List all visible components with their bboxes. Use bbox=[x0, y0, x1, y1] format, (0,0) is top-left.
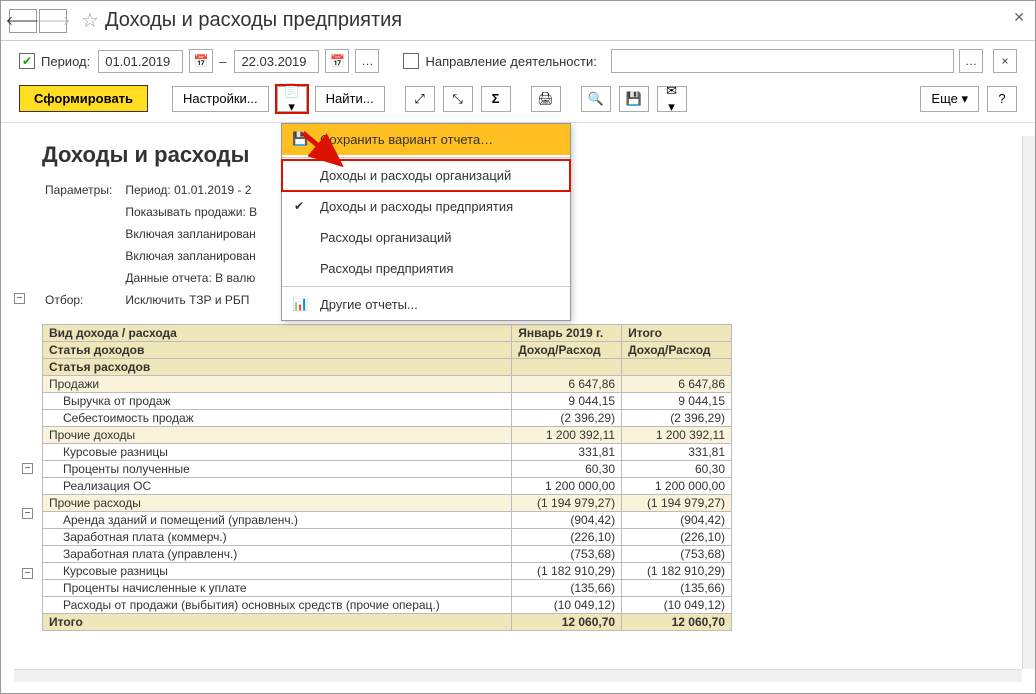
direction-more-button[interactable]: … bbox=[959, 49, 983, 73]
table-row: Заработная плата (управленч.)(753,68)(75… bbox=[43, 546, 732, 563]
menu-enterprise-income-expense[interactable]: ✔ Доходы и расходы предприятия bbox=[282, 191, 570, 222]
table-row: Курсовые разницы(1 182 910,29)(1 182 910… bbox=[43, 563, 732, 580]
report-variant-menu: 💾 Сохранить вариант отчета… Доходы и рас… bbox=[281, 123, 571, 321]
more-button[interactable]: Еще ▾ bbox=[920, 86, 979, 112]
form-button[interactable]: Сформировать bbox=[19, 85, 148, 112]
print-button[interactable]: 🖨 bbox=[531, 86, 561, 112]
menu-other-reports[interactable]: 📊 Другие отчеты... bbox=[282, 289, 570, 320]
menu-save-variant[interactable]: 💾 Сохранить вариант отчета… bbox=[282, 124, 570, 155]
preview-button[interactable]: 🔍 bbox=[581, 86, 611, 112]
table-row: Прочие доходы1 200 392,111 200 392,11 bbox=[43, 427, 732, 444]
tree-toggle[interactable]: − bbox=[14, 293, 25, 304]
table-row: Проценты полученные60,3060,30 bbox=[43, 461, 732, 478]
save-icon: 💾 bbox=[292, 131, 308, 147]
report-variant-dropdown-button[interactable]: 📄▾ bbox=[277, 86, 307, 112]
forward-button[interactable]: 🡒 bbox=[39, 9, 67, 33]
report-grid: Вид дохода / расхода Январь 2019 г. Итог… bbox=[42, 324, 732, 631]
save-button[interactable]: 💾 bbox=[619, 86, 649, 112]
report-params: Параметры:Период: 01.01.2019 - 2 Показыв… bbox=[42, 178, 269, 312]
period-label: Период: bbox=[41, 54, 90, 69]
calendar-from-button[interactable]: 📅 bbox=[189, 49, 213, 73]
date-from-input[interactable]: 01.01.2019 bbox=[98, 50, 183, 73]
page-title: Доходы и расходы предприятия bbox=[105, 9, 402, 32]
settings-button[interactable]: Настройки... bbox=[172, 86, 269, 112]
direction-clear-button[interactable]: × bbox=[993, 49, 1017, 73]
menu-org-expense[interactable]: Расходы организаций bbox=[282, 222, 570, 253]
scrollbar-horizontal[interactable] bbox=[14, 669, 1022, 682]
direction-checkbox[interactable]: ✔ bbox=[403, 53, 419, 69]
table-row: Выручка от продаж9 044,159 044,15 bbox=[43, 393, 732, 410]
menu-org-income-expense[interactable]: Доходы и расходы организаций bbox=[282, 160, 570, 191]
help-button[interactable]: ? bbox=[987, 86, 1017, 112]
find-button[interactable]: Найти... bbox=[315, 86, 385, 112]
direction-label: Направление деятельности: bbox=[425, 54, 596, 69]
table-row: Аренда зданий и помещений (управленч.)(9… bbox=[43, 512, 732, 529]
scrollbar-vertical[interactable] bbox=[1022, 136, 1035, 669]
expand-icon[interactable]: ⤢ bbox=[405, 86, 435, 112]
back-button[interactable]: 🡐 bbox=[9, 9, 37, 33]
table-row: Проценты начисленные к уплате(135,66)(13… bbox=[43, 580, 732, 597]
date-to-input[interactable]: 22.03.2019 bbox=[234, 50, 319, 73]
direction-input[interactable] bbox=[611, 49, 954, 73]
calendar-to-button[interactable]: 📅 bbox=[325, 49, 349, 73]
tree-toggle[interactable]: − bbox=[22, 508, 33, 519]
table-row: Расходы от продажи (выбытия) основных ср… bbox=[43, 597, 732, 614]
period-more-button[interactable]: … bbox=[355, 49, 379, 73]
table-row: Курсовые разницы331,81331,81 bbox=[43, 444, 732, 461]
report-icon: 📊 bbox=[292, 296, 308, 312]
star-icon[interactable]: ☆ bbox=[81, 8, 99, 33]
date-sep: – bbox=[219, 54, 226, 69]
close-button[interactable]: ✕ bbox=[1013, 9, 1025, 26]
table-row: Прочие расходы(1 194 979,27)(1 194 979,2… bbox=[43, 495, 732, 512]
collapse-icon[interactable]: ⤡ bbox=[443, 86, 473, 112]
period-checkbox[interactable]: ✔ bbox=[19, 53, 35, 69]
check-icon: ✔ bbox=[294, 199, 304, 213]
table-row: Себестоимость продаж(2 396,29)(2 396,29) bbox=[43, 410, 732, 427]
table-row: Продажи6 647,866 647,86 bbox=[43, 376, 732, 393]
email-button[interactable]: ✉▾ bbox=[657, 86, 687, 112]
tree-toggle[interactable]: − bbox=[22, 568, 33, 579]
menu-enterprise-expense[interactable]: Расходы предприятия bbox=[282, 253, 570, 284]
sum-button[interactable]: Σ bbox=[481, 86, 511, 112]
table-row: Реализация ОС1 200 000,001 200 000,00 bbox=[43, 478, 732, 495]
tree-toggle[interactable]: − bbox=[22, 463, 33, 474]
table-row: Заработная плата (коммерч.)(226,10)(226,… bbox=[43, 529, 732, 546]
